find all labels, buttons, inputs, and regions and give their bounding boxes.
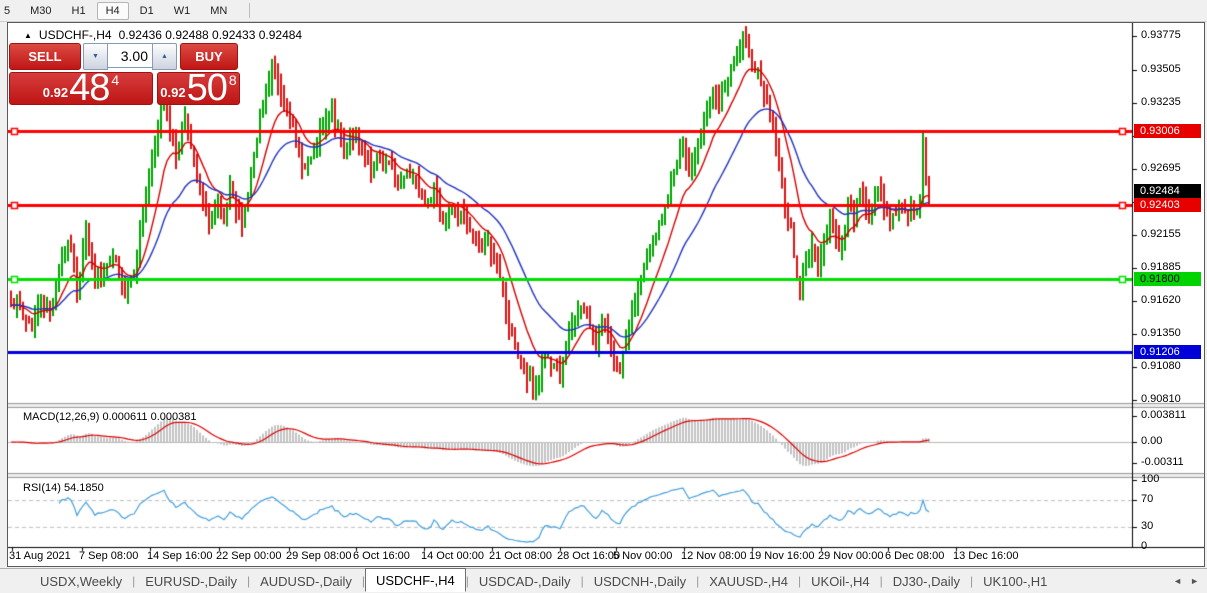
sell-button[interactable]: SELL	[9, 43, 81, 70]
sell-price-point: 4	[111, 72, 119, 88]
time-tick-label: 12 Nov 08:00	[681, 550, 746, 562]
timeframe-button-w1[interactable]: W1	[165, 2, 200, 20]
current-price-label: 0.92484	[1134, 184, 1201, 198]
time-tick-label: 19 Nov 16:00	[749, 550, 814, 562]
chart-tab-uk100-h1[interactable]: UK100-,H1	[973, 571, 1057, 592]
timeframe-button-h4[interactable]: H4	[97, 2, 129, 20]
sell-price-pips: 48	[69, 73, 109, 103]
chart-tab-usdx-weekly[interactable]: USDX,Weekly	[30, 571, 132, 592]
rsi-tick-label: 0	[1141, 540, 1203, 552]
rsi-tick-label: 70	[1141, 493, 1203, 505]
tab-scroll-arrows: ◄ ►	[1173, 576, 1199, 586]
chart-tab-usdchf-h4[interactable]: USDCHF-,H4	[365, 568, 466, 592]
price-tick-label: 0.93775	[1141, 29, 1203, 41]
timeframe-button-5[interactable]: 5	[0, 2, 19, 20]
toolbar-separator	[249, 3, 250, 18]
mt4-app: 5M30H1H4D1W1MN ▲ USDCHF-,H4 0.92436 0.92…	[0, 0, 1207, 593]
timeframe-button-h1[interactable]: H1	[63, 2, 95, 20]
buy-button[interactable]: BUY	[180, 43, 238, 70]
volume-input[interactable]	[108, 43, 152, 68]
time-tick-label: 5 Nov 00:00	[613, 550, 672, 562]
price-tick-label: 0.93235	[1141, 96, 1203, 108]
spin-up-icon: ▲	[161, 53, 168, 60]
time-tick-label: 14 Oct 00:00	[421, 550, 484, 562]
collapse-panel-icon[interactable]: ▲	[24, 31, 32, 40]
chart-tabs: USDX,Weekly|EURUSD-,Daily|AUDUSD-,Daily|…	[30, 570, 1057, 592]
time-tick-label: 6 Dec 08:00	[885, 550, 944, 562]
price-tick-label: 0.91620	[1141, 294, 1203, 306]
price-tick-label: 0.91080	[1141, 360, 1203, 372]
chart-title: ▲ USDCHF-,H4 0.92436 0.92488 0.92433 0.9…	[24, 28, 302, 42]
price-tick-label: 0.90810	[1141, 393, 1203, 405]
buy-price-pips: 50	[187, 73, 227, 103]
chart-tab-usdcad-daily[interactable]: USDCAD-,Daily	[469, 571, 581, 592]
tab-scroll-left-icon[interactable]: ◄	[1173, 576, 1182, 586]
time-tick-label: 29 Nov 00:00	[818, 550, 883, 562]
chart-tab-bar: USDX,Weekly|EURUSD-,Daily|AUDUSD-,Daily|…	[0, 568, 1207, 593]
macd-label: MACD(12,26,9) 0.000611 0.000381	[23, 411, 196, 423]
price-line-label: 0.91800	[1134, 272, 1201, 286]
timeframe-button-m30[interactable]: M30	[21, 2, 60, 20]
chart-tab-xauusd-h4[interactable]: XAUUSD-,H4	[699, 571, 798, 592]
price-line-label: 0.92403	[1134, 198, 1201, 212]
time-tick-label: 14 Sep 16:00	[147, 550, 212, 562]
time-tick-label: 29 Sep 08:00	[286, 550, 351, 562]
buy-price-base: 0.92	[160, 85, 185, 100]
sell-price-button[interactable]: 0.92 48 4	[9, 72, 153, 105]
timeframe-button-d1[interactable]: D1	[131, 2, 163, 20]
macd-tick-label: -0.00311	[1141, 456, 1203, 468]
chart-tab-dj30-daily[interactable]: DJ30-,Daily	[883, 571, 970, 592]
one-click-trade-panel: SELL ▼ ▲ BUY 0.92 48 4 0.92 50	[9, 43, 240, 105]
ohlc-values: 0.92436 0.92488 0.92433 0.92484	[119, 28, 303, 42]
price-line-label: 0.91206	[1134, 345, 1201, 359]
chart-tab-eurusd-daily[interactable]: EURUSD-,Daily	[135, 571, 247, 592]
spin-down-icon: ▼	[92, 53, 99, 60]
time-tick-label: 22 Sep 00:00	[216, 550, 281, 562]
sell-price-base: 0.92	[43, 85, 68, 100]
chart-tab-audusd-daily[interactable]: AUDUSD-,Daily	[250, 571, 362, 592]
volume-increase-button[interactable]: ▲	[152, 43, 177, 70]
price-tick-label: 0.91350	[1141, 327, 1203, 339]
tab-scroll-right-icon[interactable]: ►	[1190, 576, 1199, 586]
time-tick-label: 7 Sep 08:00	[79, 550, 138, 562]
rsi-tick-label: 100	[1141, 473, 1203, 485]
buy-price-button[interactable]: 0.92 50 8	[157, 72, 240, 105]
volume-decrease-button[interactable]: ▼	[83, 43, 108, 70]
price-tick-label: 0.92155	[1141, 228, 1203, 240]
rsi-tick-label: 30	[1141, 520, 1203, 532]
chart-tab-ukoil-h4[interactable]: UKOil-,H4	[801, 571, 880, 592]
price-line-label: 0.93006	[1134, 124, 1201, 138]
time-tick-label: 31 Aug 2021	[9, 550, 71, 562]
time-tick-label: 13 Dec 16:00	[953, 550, 1018, 562]
time-tick-label: 21 Oct 08:00	[489, 550, 552, 562]
timeframe-toolbar: 5M30H1H4D1W1MN	[0, 0, 1207, 22]
price-tick-label: 0.92695	[1141, 162, 1203, 174]
chart-tab-usdcnh-daily[interactable]: USDCNH-,Daily	[584, 571, 696, 592]
rsi-label: RSI(14) 54.1850	[23, 482, 104, 494]
symbol-period-label: USDCHF-,H4	[39, 28, 112, 42]
price-tick-label: 0.93505	[1141, 63, 1203, 75]
chart-window: ▲ USDCHF-,H4 0.92436 0.92488 0.92433 0.9…	[7, 22, 1205, 567]
timeframe-button-mn[interactable]: MN	[201, 2, 236, 20]
macd-tick-label: 0.003811	[1141, 409, 1203, 421]
buy-price-point: 8	[229, 72, 237, 88]
time-tick-label: 6 Oct 16:00	[353, 550, 410, 562]
time-tick-label: 28 Oct 16:00	[557, 550, 620, 562]
macd-tick-label: 0.00	[1141, 435, 1203, 447]
